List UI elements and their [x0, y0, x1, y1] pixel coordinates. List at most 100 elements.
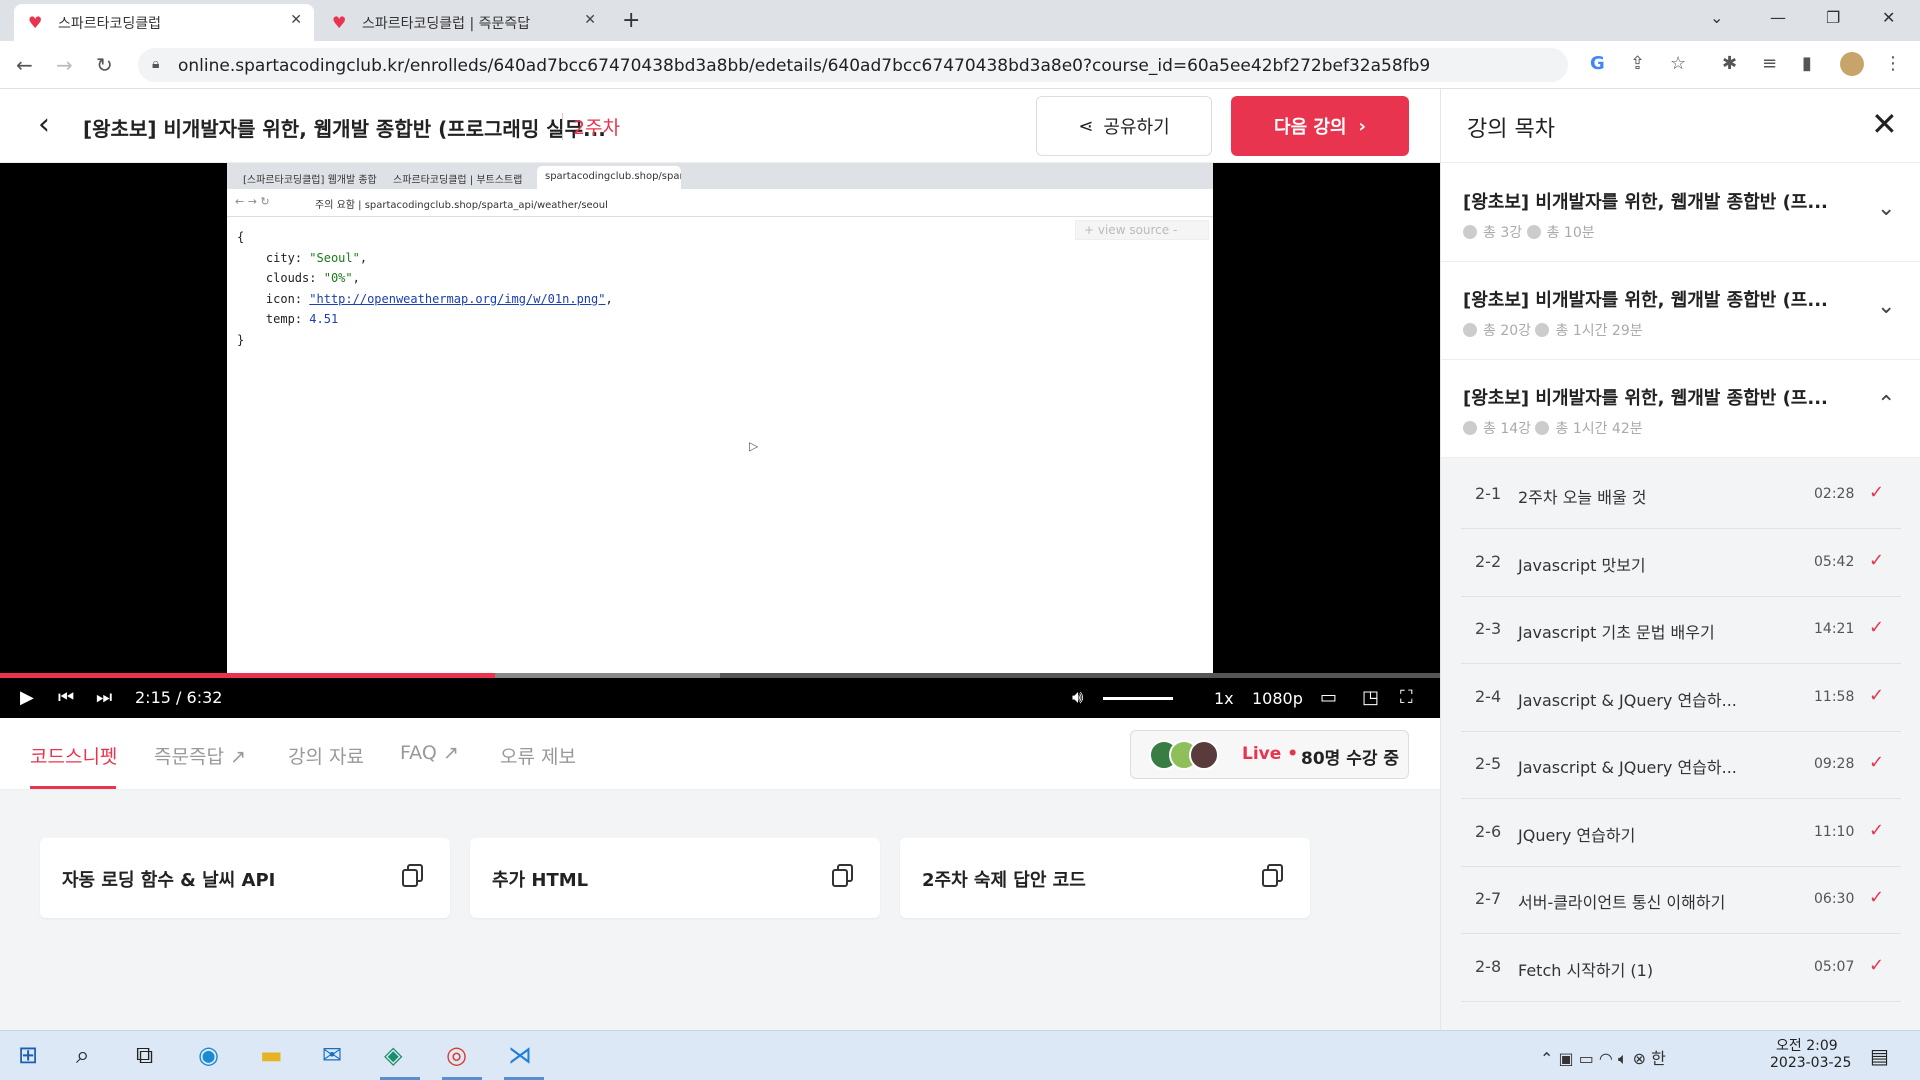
picture-in-picture-icon[interactable]: ◳	[1362, 687, 1379, 708]
window-close-icon[interactable]: ✕	[1882, 8, 1895, 27]
tab-code-snippet[interactable]: 코드스니펫	[30, 742, 117, 769]
tab-qna[interactable]: 즉문즉답 ↗	[154, 742, 246, 769]
clock-icon	[1535, 323, 1550, 337]
check-icon: ✓	[1869, 617, 1885, 638]
mail-icon[interactable]: ✉	[322, 1041, 342, 1069]
file-explorer-icon[interactable]: ▬	[260, 1041, 283, 1069]
section-title: [왕초보] 비개발자를 위한, 웹개발 종합반 (프...	[1463, 388, 1828, 409]
lesson-item[interactable]: 2-8 Fetch 시작하기 (1) 05:07 ✓	[1461, 935, 1901, 1002]
chevron-up-icon[interactable]: ⌃	[1877, 392, 1895, 417]
tab-search-icon[interactable]: ⌄	[1710, 8, 1723, 27]
lesson-item[interactable]: 2-6 JQuery 연습하기 11:10 ✓	[1461, 800, 1901, 867]
share-icon: ⋖	[1078, 115, 1094, 137]
share-page-icon[interactable]: ⇪	[1630, 53, 1645, 74]
url-bar[interactable]: 🔒︎ online.spartacodingclub.kr/enrolleds/…	[138, 48, 1568, 82]
snippet-card[interactable]: 추가 HTML	[470, 838, 880, 918]
back-chevron-icon[interactable]: ‹	[38, 107, 50, 142]
url-text[interactable]: online.spartacodingclub.kr/enrolleds/640…	[178, 56, 1430, 76]
external-link-icon: ↗	[442, 742, 459, 764]
play-icon[interactable]: ▶	[20, 687, 34, 708]
captions-icon[interactable]: ▭	[1320, 687, 1337, 708]
lesson-title: Fetch 시작하기 (1)	[1518, 960, 1654, 980]
restore-icon[interactable]: ❐	[1826, 8, 1840, 27]
curriculum-section[interactable]: [왕초보] 비개발자를 위한, 웹개발 종합반 (프... 총 3강 총 10분…	[1441, 164, 1920, 262]
lesson-number: 2-8	[1475, 956, 1502, 976]
lesson-item[interactable]: 2-7 서버-클라이언트 통신 이해하기 06:30 ✓	[1461, 867, 1901, 934]
lesson-duration: 14:21	[1814, 621, 1855, 637]
reload-icon[interactable]: ↻	[96, 53, 113, 77]
vscode-icon[interactable]: ⋊	[508, 1041, 532, 1069]
external-link-icon: ↗	[229, 746, 246, 768]
sidebar-title: 강의 목차	[1467, 117, 1555, 142]
snippet-title: 2주차 숙제 답안 코드	[922, 870, 1086, 891]
previous-icon[interactable]: ⏮︎	[58, 687, 74, 708]
chrome-icon[interactable]: ◎	[446, 1041, 467, 1069]
browser-tab-active[interactable]: ♥ 스파르타코딩클럽 ✕	[14, 4, 314, 41]
app-icon[interactable]: ◈	[384, 1041, 402, 1069]
video-player[interactable]: [스파르타코딩클럽] 웹개발 종합 스파르타코딩클럽 | 부트스트랩 spart…	[0, 163, 1440, 718]
curriculum-section[interactable]: [왕초보] 비개발자를 위한, 웹개발 종합반 (프... 총 20강 총 1시…	[1441, 262, 1920, 360]
check-icon: ✓	[1869, 954, 1885, 976]
share-button[interactable]: ⋖ 공유하기	[1036, 96, 1212, 156]
media-control-icon[interactable]: ≡	[1762, 53, 1777, 74]
new-tab-button[interactable]: +	[622, 8, 640, 33]
minimize-icon[interactable]: —	[1770, 8, 1786, 27]
lesson-item[interactable]: 2-2 Javascript 맛보기 05:42 ✓	[1461, 530, 1901, 597]
fullscreen-icon[interactable]: ⛶	[1400, 687, 1413, 708]
live-label: Live •	[1242, 744, 1299, 764]
lesson-title: Javascript & JQuery 연습하...	[1518, 758, 1737, 777]
lesson-item[interactable]: 2-1 2주차 오늘 배울 것 02:28 ✓	[1461, 462, 1901, 529]
volume-icon[interactable]: 🔊︎	[1072, 687, 1083, 708]
chevron-down-icon[interactable]: ⌄	[1877, 294, 1895, 319]
snippet-card[interactable]: 자동 로딩 함수 & 날씨 API	[40, 838, 450, 918]
bookmark-star-icon[interactable]: ☆	[1670, 53, 1686, 74]
windows-start-icon[interactable]: ⊞	[18, 1041, 38, 1069]
search-icon[interactable]: ⌕	[76, 1041, 89, 1069]
next-lesson-button[interactable]: 다음 강의 ›	[1231, 96, 1409, 156]
edge-icon[interactable]: ◉	[198, 1041, 219, 1069]
snippet-title: 추가 HTML	[492, 870, 589, 891]
lesson-item[interactable]: 2-3 Javascript 기초 문법 배우기 14:21 ✓	[1461, 597, 1901, 664]
tab-report-error[interactable]: 오류 제보	[500, 742, 576, 769]
copy-icon[interactable]	[832, 864, 854, 888]
lesson-title: Javascript 맛보기	[1518, 555, 1646, 575]
chevron-down-icon[interactable]: ⌄	[1877, 196, 1895, 221]
task-view-icon[interactable]: ⧉	[136, 1041, 153, 1069]
copy-icon[interactable]	[402, 864, 424, 888]
profile-avatar-icon[interactable]	[1840, 52, 1864, 76]
quality-button[interactable]: 1080p	[1252, 689, 1303, 708]
check-icon: ✓	[1869, 684, 1885, 706]
lesson-duration: 09:28	[1814, 756, 1855, 772]
google-icon[interactable]: G	[1590, 53, 1605, 74]
forward-arrow-icon[interactable]: →	[56, 53, 73, 77]
tab-close-icon[interactable]: ✕	[290, 12, 302, 28]
tab-close-icon[interactable]: ✕	[584, 12, 596, 28]
chrome-menu-icon[interactable]: ⋮	[1884, 53, 1902, 74]
lesson-item[interactable]: 2-5 Javascript & JQuery 연습하... 09:28 ✓	[1461, 732, 1901, 799]
next-icon[interactable]: ⏭︎	[96, 687, 112, 708]
browser-tab[interactable]: ♥ 스파르타코딩클럽 | 즉문즉답 ✕	[318, 4, 608, 41]
clock-date[interactable]: 2023-03-25	[1770, 1055, 1851, 1071]
active-tab-underline	[30, 786, 116, 789]
back-arrow-icon[interactable]: ←	[16, 53, 33, 77]
snippet-card[interactable]: 2주차 숙제 답안 코드	[900, 838, 1310, 918]
clock-time[interactable]: 오전 2:09	[1776, 1035, 1838, 1055]
week-label: 2주차	[562, 113, 620, 140]
speed-button[interactable]: 1x	[1214, 689, 1234, 708]
copy-icon[interactable]	[1262, 864, 1284, 888]
lock-icon[interactable]: 🔒︎	[152, 56, 159, 72]
play-circle-icon	[1463, 323, 1477, 337]
tab-faq[interactable]: FAQ ↗	[400, 742, 459, 764]
recorded-tab: 스파르타코딩클럽 | 부트스트랩	[393, 175, 523, 186]
side-panel-icon[interactable]: ▮	[1802, 53, 1812, 74]
notification-icon[interactable]: ▤	[1870, 1044, 1889, 1068]
curriculum-section-expanded[interactable]: [왕초보] 비개발자를 위한, 웹개발 종합반 (프... 총 14강 총 1시…	[1441, 360, 1920, 458]
system-tray[interactable]: ⌃ ▣ ▭ ◠ 🔈︎ ⊗ 한	[1540, 1045, 1666, 1069]
lesson-number: 2-1	[1475, 484, 1502, 503]
volume-slider[interactable]	[1103, 697, 1174, 700]
lesson-item[interactable]: 2-4 Javascript & JQuery 연습하... 11:58 ✓	[1461, 665, 1901, 732]
close-icon[interactable]: ✕	[1871, 105, 1898, 143]
extensions-puzzle-icon[interactable]: ✱	[1722, 53, 1737, 74]
lesson-number: 2-4	[1475, 686, 1502, 706]
tab-materials[interactable]: 강의 자료	[288, 742, 364, 769]
